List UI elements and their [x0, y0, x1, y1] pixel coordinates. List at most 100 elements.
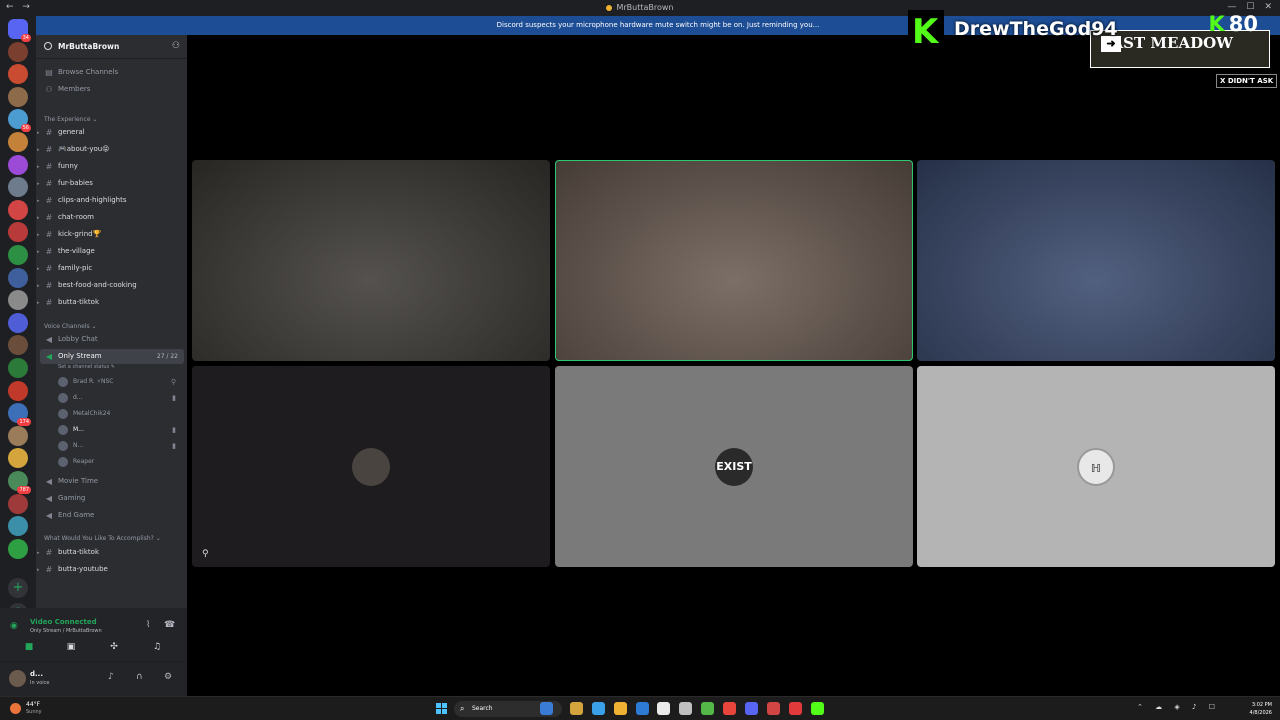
text-channel[interactable]: # fur-babies	[36, 176, 187, 191]
server-icon[interactable]	[8, 335, 28, 356]
server-icon[interactable]: 56	[8, 109, 31, 133]
taskbar-app-icon[interactable]	[636, 702, 649, 715]
taskbar-app-icon[interactable]	[614, 702, 627, 715]
invite-icon[interactable]: ⚇	[172, 41, 180, 51]
taskbar-app-icon[interactable]	[745, 702, 758, 715]
participant-avatar-tile[interactable]: EXIST	[555, 366, 913, 567]
add-server-icon[interactable]: +	[8, 578, 28, 598]
category-the-experience[interactable]: The Experience ⌄	[44, 116, 97, 123]
text-channel[interactable]: # kick-grind🏆	[36, 227, 187, 242]
voice-user[interactable]: N... ▮	[58, 439, 184, 453]
participant-video-tile[interactable]	[917, 160, 1275, 361]
text-channel[interactable]: # the-village	[36, 244, 187, 259]
text-channel[interactable]: # general	[36, 125, 187, 140]
category-accomplish[interactable]: What Would You Like To Accomplish? ⌄	[44, 535, 161, 542]
voice-channel-only-stream[interactable]: ◀ Only Stream 27 / 22	[40, 349, 184, 364]
channel-label: End Game	[58, 511, 95, 519]
hash-icon: #	[45, 145, 53, 154]
taskbar-app-icon[interactable]	[723, 702, 736, 715]
text-channel[interactable]: # 🎮about-you😝	[36, 142, 187, 157]
noise-suppression-icon[interactable]: ⌇	[146, 620, 150, 630]
voice-user[interactable]: MetalChik24	[58, 407, 184, 421]
text-channel[interactable]: # clips-and-highlights	[36, 193, 187, 208]
taskbar-app-icon[interactable]	[540, 702, 553, 715]
server-icon[interactable]	[8, 199, 28, 220]
taskbar-app-icon[interactable]	[657, 702, 670, 715]
server-icon[interactable]	[8, 64, 28, 85]
voice-channel-gaming[interactable]: ◀ Gaming	[36, 491, 187, 506]
channel-label: Movie Time	[58, 477, 99, 485]
camera-icon[interactable]: ■	[19, 642, 39, 652]
server-icon[interactable]	[8, 516, 28, 537]
taskbar-app-icon[interactable]	[570, 702, 583, 715]
server-icon[interactable]: 174	[8, 403, 31, 427]
server-icon[interactable]	[8, 177, 28, 198]
soundboard-icon[interactable]: ♫	[147, 642, 167, 652]
category-voice-channels[interactable]: Voice Channels ⌄	[44, 323, 97, 330]
text-channel[interactable]: # funny	[36, 159, 187, 174]
screen-share-icon[interactable]: ▣	[61, 642, 81, 652]
voice-channel-path[interactable]: Only Stream / MrButtaBrown	[30, 628, 102, 634]
activities-icon[interactable]: ✣	[104, 642, 124, 652]
server-icon[interactable]	[8, 290, 28, 311]
taskbar-app-icon[interactable]	[767, 702, 780, 715]
channel-status-hint[interactable]: Set a channel status ✎	[58, 364, 115, 370]
disconnect-icon[interactable]: ☎	[164, 620, 175, 630]
server-icon[interactable]	[8, 312, 28, 333]
user-count: 27 / 22	[156, 353, 178, 360]
server-header[interactable]: MrButtaBrown ⚇	[36, 35, 187, 59]
browse-channels[interactable]: ▤ Browse Channels	[36, 65, 187, 80]
participant-video-tile[interactable]	[192, 160, 550, 361]
channel-label: funny	[58, 162, 78, 170]
headphones-icon[interactable]: ∩	[136, 672, 143, 682]
taskbar-app-icon[interactable]	[679, 702, 692, 715]
voice-user[interactable]: Reaper	[58, 455, 184, 469]
settings-gear-icon[interactable]: ⚙	[164, 672, 172, 682]
server-icon[interactable]	[8, 380, 28, 401]
participant-avatar-tile[interactable]: ⚲	[192, 366, 550, 567]
text-channel[interactable]: # chat-room	[36, 210, 187, 225]
server-icon[interactable]	[8, 425, 28, 446]
channel-label: 🎮about-you😝	[58, 145, 110, 153]
voice-user[interactable]: Brad R. ⚡NSC ⚲	[58, 375, 184, 389]
user-avatar[interactable]	[9, 670, 26, 687]
voice-channel-movie-time[interactable]: ◀ Movie Time	[36, 474, 187, 489]
server-icon[interactable]	[8, 222, 28, 243]
voice-user[interactable]: M... ▮	[58, 423, 184, 437]
server-icon[interactable]: 34	[8, 19, 31, 42]
taskbar-app-icon[interactable]	[789, 702, 802, 715]
windows-start-icon[interactable]	[436, 703, 447, 714]
server-icon[interactable]	[8, 245, 28, 265]
signal-icon[interactable]: ◉	[10, 621, 18, 631]
server-icon[interactable]	[8, 358, 28, 378]
server-icon[interactable]	[8, 448, 28, 469]
members-link[interactable]: ⚇ Members	[36, 82, 187, 97]
taskbar-app-icon[interactable]	[701, 702, 714, 715]
server-icon[interactable]	[8, 267, 28, 288]
server-icon[interactable]	[8, 154, 28, 175]
server-icon[interactable]	[8, 86, 28, 107]
taskbar-app-icon[interactable]	[811, 702, 824, 715]
voice-user[interactable]: d... ▮	[58, 391, 184, 405]
voice-channel-end-game[interactable]: ◀ End Game	[36, 508, 187, 523]
text-channel[interactable]: # best-food-and-cooking	[36, 278, 187, 293]
system-tray[interactable]: ⌃ ☁ ◈ ♪ ☐	[1137, 703, 1220, 711]
voice-channel-lobby[interactable]: ◀ Lobby Chat	[36, 332, 187, 347]
text-channel[interactable]: # butta-youtube	[36, 562, 187, 577]
server-icon[interactable]	[8, 493, 28, 514]
server-icon[interactable]	[8, 132, 28, 152]
server-icon[interactable]: 787	[8, 471, 31, 494]
taskbar-app-icon[interactable]	[592, 702, 605, 715]
text-channel[interactable]: # butta-tiktok	[36, 545, 187, 560]
clock[interactable]: 3:02 PM 4/8/2026	[1250, 701, 1272, 717]
server-icon[interactable]	[8, 41, 28, 62]
participant-video-tile[interactable]	[555, 160, 913, 361]
server-icon[interactable]	[8, 538, 28, 559]
unread-badge: 174	[17, 418, 31, 427]
text-channel[interactable]: # butta-tiktok	[36, 295, 187, 310]
user-name[interactable]: d...	[30, 670, 43, 678]
text-channel[interactable]: # family-pic	[36, 261, 187, 276]
participant-avatar-tile[interactable]: ℍ	[917, 366, 1275, 567]
microphone-icon[interactable]: ♪	[108, 672, 114, 682]
voice-status[interactable]: Video Connected	[30, 618, 97, 626]
